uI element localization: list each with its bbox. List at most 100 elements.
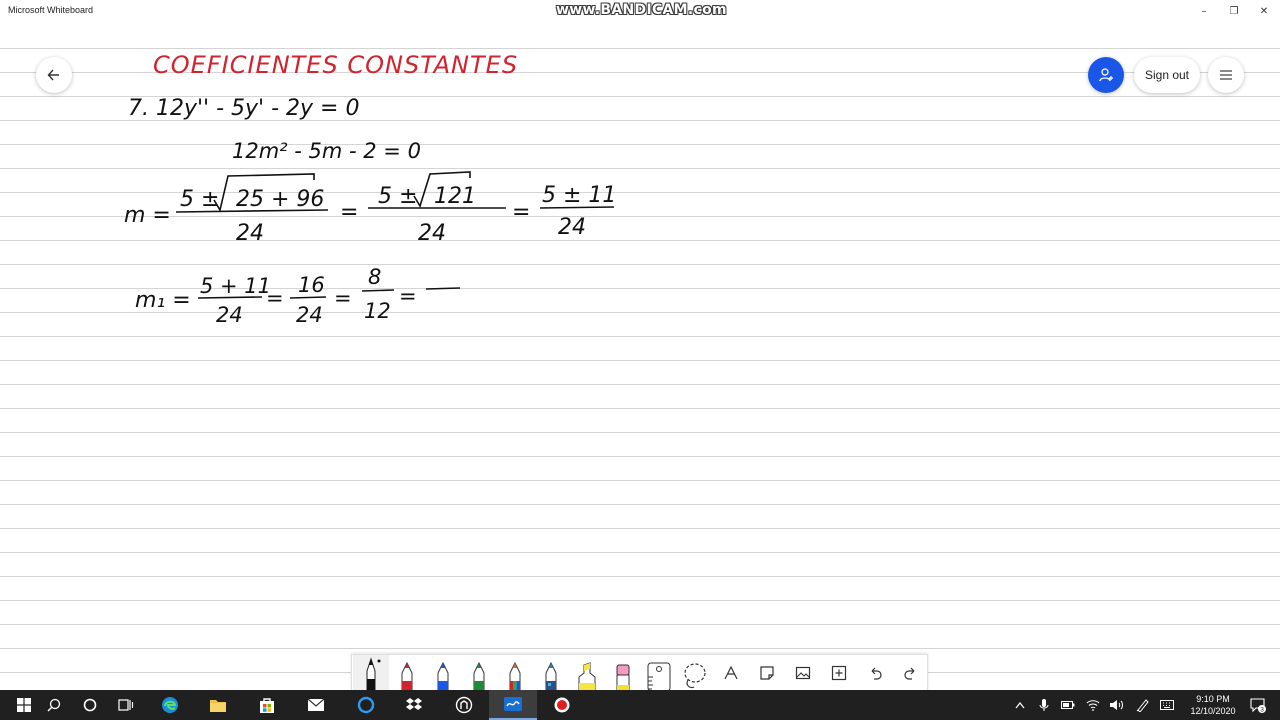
pen-black-tool[interactable] — [353, 655, 389, 691]
taskbar-bandicam[interactable] — [538, 690, 586, 720]
sign-out-button[interactable]: Sign out — [1134, 57, 1200, 93]
taskbar-store[interactable] — [243, 690, 291, 720]
task-view-icon — [118, 699, 134, 711]
eraser-tool[interactable] — [605, 655, 641, 691]
ink-m1-frac3-den: 12 — [364, 299, 391, 323]
redo-button[interactable] — [893, 655, 929, 691]
pen-workspace-tray[interactable] — [1134, 690, 1152, 720]
edge-browser-icon — [162, 697, 178, 713]
ink-equation-line1: 7. 12y'' - 5y' - 2y = 0 — [128, 96, 359, 121]
back-button[interactable] — [36, 57, 72, 93]
ruler-icon — [647, 662, 671, 691]
ink-m1-frac3-num: 8 — [368, 265, 381, 289]
undo-icon — [871, 667, 882, 680]
eraser-icon — [616, 664, 630, 691]
ink-frac1-num-prefix: 5 ± — [180, 187, 219, 212]
taskbar-file-explorer[interactable] — [194, 690, 242, 720]
blue-pen-icon — [437, 661, 449, 691]
green-pen-icon — [473, 661, 485, 691]
lasso-tool[interactable] — [677, 655, 713, 691]
highlighter-tool[interactable] — [569, 655, 605, 691]
taskbar-shield-app[interactable] — [440, 690, 488, 720]
ink-m1-equals-1: = — [266, 286, 284, 310]
taskbar-cortana-app[interactable] — [342, 690, 390, 720]
clock-date: 12/10/2020 — [1190, 706, 1236, 716]
lasso-icon — [684, 663, 706, 689]
record-icon — [554, 697, 570, 713]
menu-button[interactable] — [1208, 57, 1244, 93]
plus-box-icon — [831, 665, 847, 681]
folder-icon — [210, 700, 226, 712]
add-person-icon — [1099, 68, 1113, 82]
task-view-button[interactable] — [102, 690, 150, 720]
keyboard-tray[interactable] — [1158, 690, 1176, 720]
galaxy-pen-icon — [545, 661, 557, 691]
ink-m-label: m = — [124, 203, 171, 228]
taskbar-dropbox[interactable] — [390, 690, 438, 720]
black-pen-icon — [366, 657, 381, 691]
battery-icon — [1061, 701, 1075, 709]
windows-taskbar: 9:10 PM 12/10/2020 3 — [0, 690, 1280, 720]
volume-tray[interactable] — [1107, 690, 1125, 720]
ink-frac2-num-prefix: 5 ± — [378, 184, 417, 209]
text-a-icon — [724, 665, 738, 680]
speaker-icon — [1110, 700, 1123, 710]
red-pen-icon — [401, 661, 413, 691]
clock-time: 9:10 PM — [1196, 694, 1230, 704]
ink-title: COEFICIENTES CONSTANTES — [153, 51, 518, 79]
ink-m1-frac1-num: 5 + 11 — [200, 274, 271, 298]
ink-m1-frac2-den: 24 — [296, 303, 323, 327]
show-hidden-icons-button[interactable] — [1012, 690, 1028, 720]
ink-m1-blank-bar — [425, 287, 461, 290]
add-content-tool[interactable] — [821, 655, 857, 691]
store-bag-icon — [260, 698, 274, 713]
whiteboard-canvas[interactable]: COEFICIENTES CONSTANTES 7. 12y'' - 5y' -… — [0, 22, 1280, 690]
whiteboard-app-icon — [504, 697, 522, 711]
ink-equals-1: = — [340, 200, 358, 225]
pen-red-tool[interactable] — [389, 655, 425, 691]
ink-equals-2: = — [512, 200, 530, 225]
undo-button[interactable] — [857, 655, 893, 691]
redo-icon — [904, 667, 915, 680]
ink-m1-equals-3: = — [399, 284, 417, 308]
microphone-icon — [1039, 699, 1049, 711]
ink-m1-frac1-bar — [197, 296, 263, 299]
cortana-ring-icon — [357, 696, 375, 714]
pen-galaxy-tool[interactable] — [533, 655, 569, 691]
text-tool[interactable] — [713, 655, 749, 691]
taskbar-whiteboard[interactable] — [489, 690, 537, 720]
taskbar-clock[interactable]: 9:10 PM 12/10/2020 — [1180, 693, 1246, 717]
rainbow-pen-icon — [509, 661, 521, 691]
windows-logo-icon — [17, 698, 31, 712]
taskbar-mail[interactable] — [292, 690, 340, 720]
pen-rainbow-tool[interactable] — [497, 655, 533, 691]
taskbar-edge[interactable] — [146, 690, 194, 720]
close-button[interactable]: ✕ — [1248, 0, 1280, 22]
sticky-note-tool[interactable] — [749, 655, 785, 691]
microphone-tray[interactable] — [1036, 690, 1052, 720]
ink-m1-equals-2: = — [334, 286, 352, 310]
keyboard-icon — [1160, 700, 1174, 710]
ink-frac2-den: 24 — [418, 221, 446, 246]
ink-frac3-bar — [539, 206, 615, 209]
ruler-tool[interactable] — [641, 655, 677, 691]
notification-count: 3 — [1260, 707, 1264, 714]
invite-button[interactable] — [1088, 57, 1124, 93]
ink-m1-frac2-bar — [289, 296, 327, 299]
cortana-circle-icon — [83, 698, 97, 712]
minimize-button[interactable]: – — [1188, 0, 1220, 22]
pen-workspace-icon — [1136, 699, 1149, 712]
battery-tray[interactable] — [1059, 690, 1077, 720]
image-tool[interactable] — [785, 655, 821, 691]
network-tray[interactable] — [1084, 690, 1102, 720]
chevron-up-icon — [1015, 702, 1025, 709]
restore-button[interactable]: ❐ — [1218, 0, 1250, 22]
ink-frac2-radicand: 121 — [434, 184, 476, 209]
window-title: Microsoft Whiteboard — [8, 5, 94, 15]
pen-blue-tool[interactable] — [425, 655, 461, 691]
ink-frac1-radicand: 25 + 96 — [236, 187, 324, 212]
pen-green-tool[interactable] — [461, 655, 497, 691]
image-icon — [795, 666, 811, 680]
recording-watermark: www.BANDICAM.com — [556, 2, 727, 18]
action-center-button[interactable]: 3 — [1248, 690, 1268, 720]
